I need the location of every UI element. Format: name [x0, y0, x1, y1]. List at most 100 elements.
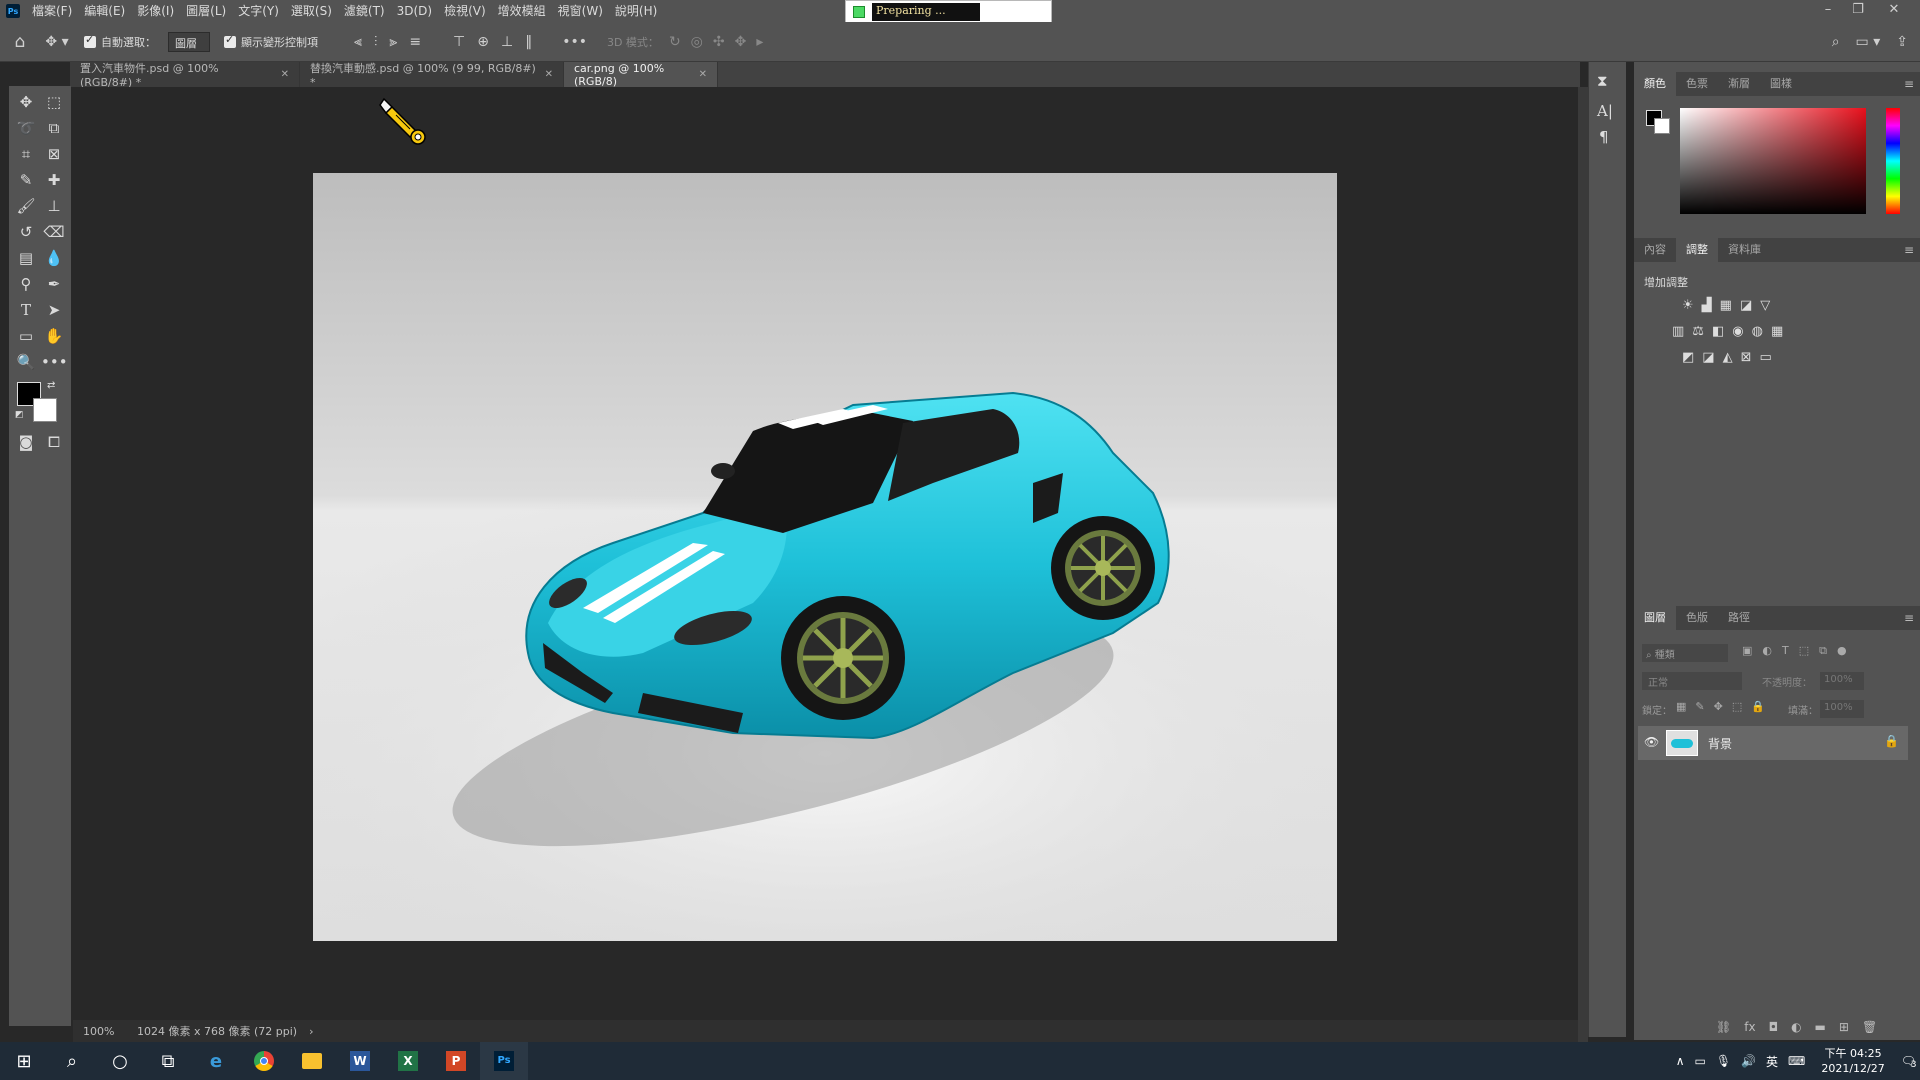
tab-document-3[interactable]: car.png @ 100% (RGB/8) ✕ — [564, 62, 718, 88]
frame-tool-icon[interactable]: ⊠ — [41, 142, 67, 166]
restore-icon[interactable]: ❐ — [1842, 0, 1874, 22]
tab-paths[interactable]: 路徑 — [1718, 606, 1760, 630]
filter-pixel-icon[interactable]: ▣ — [1742, 644, 1752, 658]
photoshop-logo-icon[interactable]: Ps — [6, 4, 20, 18]
panel-menu-icon[interactable]: ≡ — [1904, 243, 1914, 257]
share-icon[interactable]: ⇪ — [1896, 34, 1908, 50]
more-options-icon[interactable]: ••• — [562, 34, 587, 50]
menu-type[interactable]: 文字(Y) — [232, 0, 285, 22]
tab-color[interactable]: 顏色 — [1634, 72, 1676, 96]
blend-mode-dropdown[interactable]: 正常 — [1642, 672, 1742, 690]
align-bottom-icon[interactable]: ⊥ — [501, 34, 513, 50]
zoom-tool-icon[interactable]: 🔍 — [13, 350, 39, 374]
file-explorer-icon[interactable] — [288, 1042, 336, 1080]
distribute-icon[interactable]: ≡ — [409, 34, 421, 50]
layer-row[interactable]: 👁 背景 🔒 — [1638, 726, 1908, 760]
filter-type-icon[interactable]: T — [1782, 644, 1789, 658]
brush-tool-icon[interactable]: 🖌 — [13, 194, 39, 218]
black-white-icon[interactable]: ◧ — [1712, 324, 1724, 339]
filter-toggle-icon[interactable]: ● — [1837, 644, 1847, 658]
default-colors-icon[interactable]: ◩ — [15, 410, 24, 420]
menu-view[interactable]: 檢視(V) — [438, 0, 492, 22]
layer-filter-search[interactable]: ⌕ 種類 — [1642, 644, 1728, 662]
align-middle-icon[interactable]: ⊕ — [477, 34, 489, 50]
word-icon[interactable]: W — [336, 1042, 384, 1080]
photo-filter-icon[interactable]: ◉ — [1732, 324, 1743, 339]
screen-mode-icon[interactable]: ⧠ — [41, 430, 67, 454]
menu-edit[interactable]: 編輯(E) — [78, 0, 131, 22]
color-bg-swatch[interactable] — [1654, 118, 1670, 134]
color-balance-icon[interactable]: ⚖ — [1692, 324, 1704, 339]
auto-select-dropdown[interactable]: 圖層 — [168, 31, 210, 52]
hue-saturation-icon[interactable]: ▥ — [1672, 324, 1684, 339]
tab-libraries[interactable]: 資料庫 — [1718, 238, 1771, 262]
menu-image[interactable]: 影像(I) — [131, 0, 180, 22]
close-tab-icon[interactable]: ✕ — [281, 69, 289, 80]
visibility-eye-icon[interactable]: 👁 — [1644, 735, 1659, 749]
new-group-icon[interactable]: ▬ — [1815, 1020, 1826, 1034]
gradient-tool-icon[interactable]: ▤ — [13, 246, 39, 270]
distribute-v-icon[interactable]: ‖ — [525, 34, 532, 50]
3d-orbit-icon[interactable]: ↻ — [669, 34, 681, 50]
filter-smart-icon[interactable]: ⧉ — [1819, 644, 1827, 658]
menu-window[interactable]: 視窗(W) — [552, 0, 609, 22]
lock-artboard-icon[interactable]: ⬚ — [1732, 700, 1742, 713]
auto-select-checkbox[interactable] — [84, 33, 96, 48]
notification-center-icon[interactable]: 🗨 3 — [1901, 1054, 1917, 1070]
blur-tool-icon[interactable]: 💧 — [41, 246, 67, 270]
close-tab-icon[interactable]: ✕ — [545, 69, 553, 80]
canvas-workspace[interactable] — [73, 87, 1578, 1020]
tray-expand-icon[interactable]: ∧ — [1676, 1054, 1685, 1068]
rectangle-tool-icon[interactable]: ▭ — [13, 324, 39, 348]
menu-layer[interactable]: 圖層(L) — [180, 0, 232, 22]
threshold-icon[interactable]: ◭ — [1723, 350, 1733, 365]
healing-brush-tool-icon[interactable]: ✚ — [41, 168, 67, 192]
menu-filter[interactable]: 濾鏡(T) — [338, 0, 391, 22]
background-color-swatch[interactable] — [33, 398, 57, 422]
tab-patterns[interactable]: 圖樣 — [1760, 72, 1802, 96]
tab-document-2[interactable]: 替換汽車動感.psd @ 100% (9 99, RGB/8#) * ✕ — [300, 62, 564, 89]
close-tab-icon[interactable]: ✕ — [699, 69, 707, 80]
path-select-tool-icon[interactable]: ➤ — [41, 298, 67, 322]
network-icon[interactable]: ▭ — [1694, 1054, 1705, 1068]
vibrance-icon[interactable]: ▽ — [1760, 298, 1770, 313]
zoom-level[interactable]: 100% — [83, 1025, 123, 1038]
powerpoint-icon[interactable]: P — [432, 1042, 480, 1080]
menu-help[interactable]: 說明(H) — [609, 0, 663, 22]
panel-menu-icon[interactable]: ≡ — [1904, 611, 1914, 625]
selective-color-icon[interactable]: ⊠ — [1741, 350, 1752, 365]
hand-tool-icon[interactable]: ✋ — [41, 324, 67, 348]
3d-roll-icon[interactable]: ◎ — [691, 34, 703, 50]
gradient-map-icon[interactable]: ▭ — [1760, 350, 1772, 365]
task-view-icon[interactable]: ⧉ — [144, 1042, 192, 1080]
invert-icon[interactable]: ◩ — [1682, 350, 1694, 365]
color-picker-field[interactable] — [1680, 108, 1866, 214]
tab-gradients[interactable]: 漸層 — [1718, 72, 1760, 96]
tab-layers[interactable]: 圖層 — [1634, 606, 1676, 630]
character-panel-icon[interactable]: A| — [1597, 102, 1613, 120]
menu-3d[interactable]: 3D(D) — [391, 0, 438, 22]
align-top-icon[interactable]: ⊤ — [453, 34, 465, 50]
layer-style-icon[interactable]: fx — [1744, 1020, 1755, 1034]
swap-colors-icon[interactable]: ⇄ — [47, 380, 55, 391]
fill-input[interactable]: 100% — [1820, 700, 1864, 718]
tab-channels[interactable]: 色版 — [1676, 606, 1718, 630]
close-icon[interactable]: ✕ — [1878, 0, 1910, 22]
marquee-tool-icon[interactable]: ⬚ — [41, 90, 67, 114]
lock-image-icon[interactable]: ✎ — [1695, 700, 1704, 713]
color-lookup-icon[interactable]: ▦ — [1771, 324, 1783, 339]
opacity-input[interactable]: 100% — [1820, 672, 1864, 690]
tab-adjustments[interactable]: 調整 — [1676, 238, 1718, 262]
vertical-scrollbar[interactable] — [1578, 87, 1588, 1042]
tab-swatches[interactable]: 色票 — [1676, 72, 1718, 96]
photoshop-taskbar-icon[interactable]: Ps — [480, 1042, 528, 1080]
channel-mixer-icon[interactable]: ◍ — [1752, 324, 1763, 339]
filter-shape-icon[interactable]: ⬚ — [1799, 644, 1809, 658]
windows-start-icon[interactable]: ⊞ — [0, 1042, 48, 1080]
delete-layer-icon[interactable]: 🗑 — [1862, 1020, 1877, 1034]
tab-properties[interactable]: 內容 — [1634, 238, 1676, 262]
new-layer-icon[interactable]: ⊞ — [1839, 1020, 1849, 1034]
pen-tool-icon[interactable]: ✒ — [41, 272, 67, 296]
microphone-icon[interactable]: 🎙 — [1716, 1054, 1731, 1068]
more-tools-icon[interactable]: ••• — [41, 350, 68, 374]
